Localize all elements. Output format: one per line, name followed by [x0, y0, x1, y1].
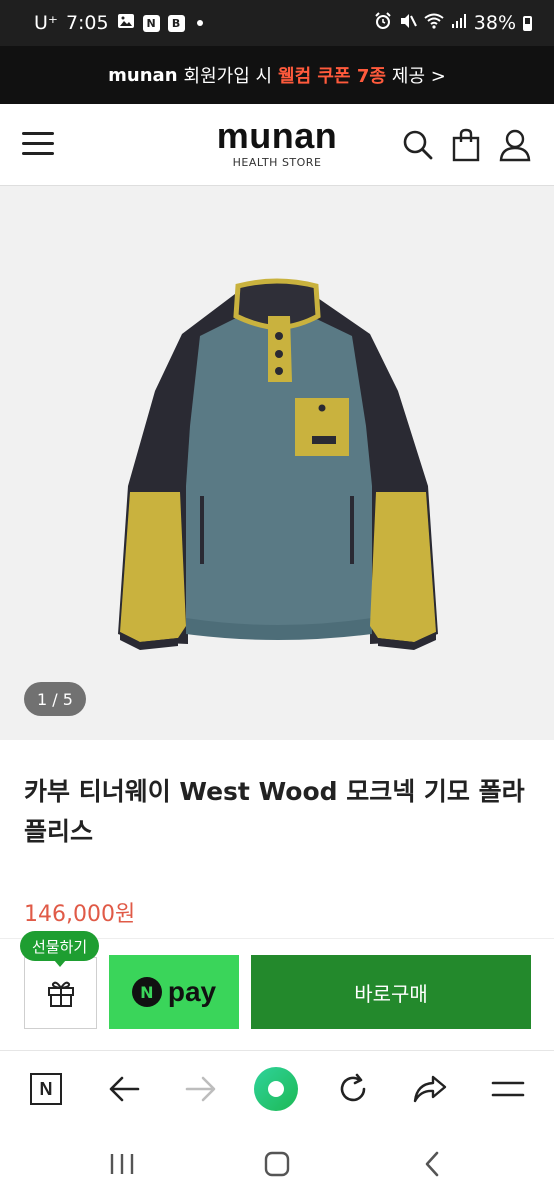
share-icon[interactable]	[410, 1069, 450, 1109]
alarm-icon	[374, 11, 392, 35]
naver-home-icon[interactable]: N	[26, 1069, 66, 1109]
back-arrow-icon[interactable]	[104, 1069, 144, 1109]
mute-icon	[399, 12, 417, 35]
gift-button[interactable]	[24, 957, 97, 1029]
purchase-bar: 선물하기 N pay 바로구매	[0, 931, 554, 1050]
shopping-bag-icon[interactable]	[450, 128, 482, 162]
battery-icon	[523, 15, 532, 31]
naver-notification-icon: N	[142, 14, 160, 32]
promo-prefix: 회원가입 시	[183, 66, 273, 87]
system-back-icon[interactable]	[412, 1148, 452, 1180]
band-notification-icon: B	[167, 14, 185, 32]
refresh-icon[interactable]	[333, 1069, 373, 1109]
npay-button[interactable]: N pay	[109, 955, 239, 1029]
battery-percent: 38%	[473, 12, 516, 34]
product-title: 카부 티너웨이 West Wood 모크넥 기모 폴라플리스	[24, 777, 525, 846]
system-navigation	[0, 1128, 554, 1200]
promo-suffix: 제공 >	[391, 66, 446, 87]
green-dot-icon[interactable]	[252, 1065, 300, 1113]
wifi-icon	[424, 12, 444, 34]
browser-toolbar: N	[0, 1050, 554, 1128]
naver-home-label: N	[30, 1073, 62, 1105]
clock: 7:05	[65, 12, 109, 34]
gift-icon	[47, 981, 74, 1007]
status-right: 38%	[374, 11, 532, 35]
search-icon[interactable]	[402, 128, 434, 162]
image-counter: 1 / 5	[24, 682, 86, 716]
gift-badge[interactable]: 선물하기	[20, 931, 100, 967]
product-price: 146,000원	[24, 902, 136, 927]
gallery-notification-icon	[117, 12, 135, 34]
user-icon[interactable]	[498, 128, 531, 162]
recent-apps-icon[interactable]	[102, 1148, 142, 1180]
npay-logo-icon: N	[131, 977, 162, 1007]
promo-highlight: 웰컴 쿠폰 7종	[278, 66, 386, 87]
home-icon[interactable]	[257, 1148, 297, 1180]
status-left: U⁺ 7:05 N B	[34, 12, 203, 34]
npay-label: pay	[167, 976, 217, 1007]
status-bar: U⁺ 7:05 N B 38%	[0, 0, 554, 46]
carrier: U⁺	[34, 12, 58, 34]
promo-banner[interactable]: munan 회원가입 시 웰컴 쿠폰 7종 제공 >	[0, 46, 554, 104]
more-notifications-dot-icon	[196, 20, 203, 26]
product-image	[118, 278, 438, 650]
product-gallery[interactable]: 1 / 5	[0, 186, 554, 740]
forward-arrow-icon[interactable]	[181, 1069, 221, 1109]
signal-icon	[451, 12, 467, 34]
promo-brand: munan	[108, 64, 178, 86]
site-header: munan HEALTH STORE	[0, 104, 554, 186]
more-menu-icon[interactable]	[488, 1069, 528, 1109]
buy-now-button[interactable]: 바로구매	[251, 955, 531, 1029]
